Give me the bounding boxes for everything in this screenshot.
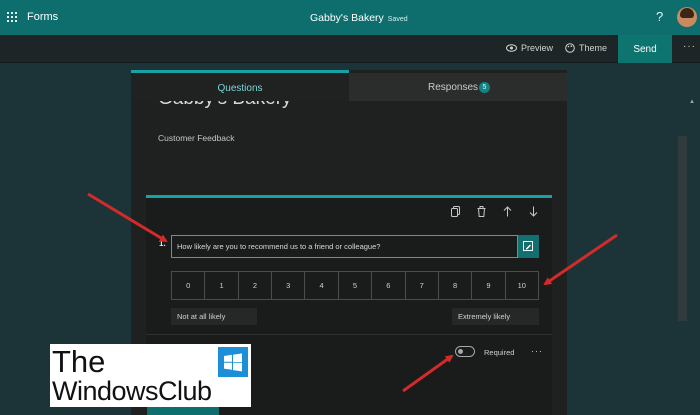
card-divider [146,334,552,335]
scale-option[interactable]: 5 [339,272,373,299]
theme-label: Theme [579,43,608,53]
theme-button[interactable]: Theme [565,43,607,53]
move-down-icon[interactable] [529,206,538,217]
palette-icon [565,43,575,53]
preview-label: Preview [521,43,554,53]
app-launcher-icon[interactable] [7,12,17,22]
delete-icon[interactable] [477,206,486,217]
form-subtitle[interactable]: Customer Feedback [158,133,235,143]
scroll-up-arrow-icon[interactable]: ▲ [689,99,695,105]
scale-option[interactable]: 6 [372,272,406,299]
scale-option[interactable]: 8 [439,272,473,299]
document-title-text: Gabby's Bakery [310,12,384,24]
add-new-button[interactable] [147,407,219,415]
scale-option[interactable]: 1 [205,272,239,299]
responses-count-badge: 5 [479,82,490,93]
watermark-logo: The WindowsClub [50,344,251,407]
scale-option[interactable]: 4 [305,272,339,299]
tab-responses[interactable]: Responses 5 [349,73,567,101]
required-toggle[interactable] [455,346,475,357]
scale-option[interactable]: 3 [272,272,306,299]
scrollbar-thumb[interactable] [678,136,687,321]
help-icon[interactable]: ? [656,9,663,24]
eye-icon [506,44,517,52]
rating-scale: 0 1 2 3 4 5 6 7 8 9 10 [171,271,539,300]
question-image-button[interactable] [518,235,539,258]
low-label-field[interactable]: Not at all likely [171,308,257,325]
top-bar: Forms Gabby's Bakery Saved ? [0,0,700,35]
scale-option[interactable]: 0 [172,272,206,299]
high-label: Extremely likely [458,312,511,321]
question-text: How likely are you to recommend us to a … [177,242,381,251]
question-more-icon[interactable]: ··· [531,346,543,356]
scale-option[interactable]: 9 [472,272,506,299]
low-label: Not at all likely [177,312,226,321]
windows-logo-icon [218,347,248,377]
watermark-line1: The [52,344,106,379]
required-label: Required [484,348,515,357]
send-button[interactable]: Send [618,35,672,63]
tab-questions-label: Questions [217,83,263,94]
scale-option[interactable]: 2 [239,272,273,299]
watermark-line2: WindowsClub [52,376,212,406]
app-name[interactable]: Forms [27,11,58,23]
scale-option[interactable]: 10 [506,272,538,299]
question-text-input[interactable]: How likely are you to recommend us to a … [171,235,518,258]
insert-media-icon [523,241,533,251]
preview-button[interactable]: Preview [506,43,553,53]
tab-responses-label: Responses [428,82,479,93]
move-up-icon[interactable] [503,206,512,217]
tab-questions[interactable]: Questions [131,70,349,101]
scale-option[interactable]: 7 [406,272,439,299]
document-title: Gabby's Bakery Saved [310,12,408,24]
copy-icon[interactable] [451,206,460,217]
more-options-icon[interactable]: ··· [683,41,696,52]
high-label-field[interactable]: Extremely likely [452,308,539,325]
avatar[interactable] [677,7,697,27]
question-number: 1. [159,239,166,248]
save-status: Saved [387,16,408,23]
